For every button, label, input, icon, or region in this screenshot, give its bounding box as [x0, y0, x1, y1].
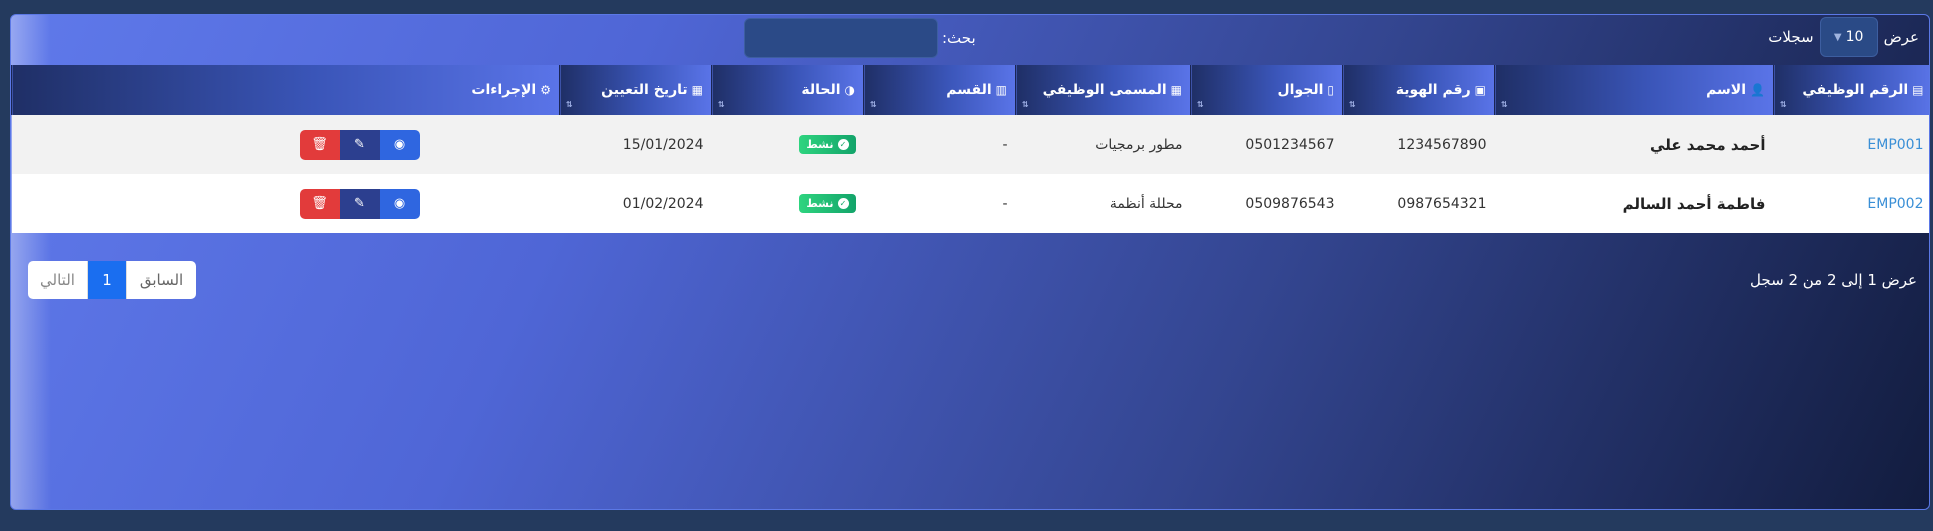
edit-button[interactable]: ✎ [339, 188, 380, 219]
row-actions: 🗑 ✎ ◉ [299, 129, 420, 160]
edit-icon: ✎ [354, 196, 365, 211]
previous-page-button[interactable]: السابق [126, 261, 196, 299]
page-1-button[interactable]: 1 [88, 261, 126, 299]
table-row: EMP001 أحمد محمد علي 1234567890 05012345… [11, 115, 1929, 174]
cell-national-id: 0987654321 [1342, 174, 1495, 233]
search-input[interactable] [744, 18, 938, 58]
cell-employee-id[interactable]: EMP001 [1773, 115, 1929, 174]
status-label: نشط [806, 197, 834, 210]
page-length-control: عرض 10 ▼ سجلات [1768, 15, 1919, 59]
search-control: بحث: [744, 15, 976, 61]
employees-table: ▤الرقم الوظيفي ⇅ 👤الاسم ⇅ ▣رقم الهوية ⇅ … [11, 65, 1929, 233]
trash-icon: 🗑 [311, 137, 328, 152]
column-header-label: الاسم [1706, 82, 1747, 98]
sort-icon: ⇅ [566, 100, 573, 109]
employees-table-panel: عرض 10 ▼ سجلات بحث: ▤الرقم الوظيفي ⇅ 👤ال… [10, 14, 1930, 510]
column-header-label: الحالة [801, 82, 841, 98]
employee-name: أحمد محمد علي [1650, 135, 1766, 154]
check-circle-icon: ✓ [837, 139, 849, 150]
id-card-icon: ▤ [1912, 83, 1924, 97]
cell-status: ✓ نشط [711, 115, 864, 174]
column-header-department[interactable]: ▥القسم ⇅ [863, 65, 1016, 115]
column-header-label: الإجراءات [471, 82, 537, 98]
status-label: نشط [806, 138, 834, 151]
column-header-label: القسم [946, 82, 992, 98]
length-suffix-label: سجلات [1768, 28, 1814, 46]
next-page-button[interactable]: التالي [28, 261, 88, 299]
eye-icon: ◉ [393, 196, 406, 211]
column-header-hire-date[interactable]: ▦تاريخ التعيين ⇅ [559, 65, 712, 115]
sort-icon: ⇅ [1780, 100, 1787, 109]
building-icon: ▥ [995, 83, 1007, 97]
trash-icon: 🗑 [311, 196, 328, 211]
user-icon: 👤 [1750, 83, 1765, 97]
row-actions: 🗑 ✎ ◉ [299, 188, 420, 219]
calendar-icon: ▦ [691, 83, 703, 97]
cell-name: فاطمة أحمد السالم [1494, 174, 1774, 233]
cell-mobile: 0509876543 [1190, 174, 1343, 233]
sort-icon: ⇅ [718, 100, 725, 109]
delete-button[interactable]: 🗑 [299, 188, 340, 219]
sort-icon: ⇅ [1349, 100, 1356, 109]
sort-icon: ⇅ [1501, 100, 1508, 109]
cell-job-title: محللة أنظمة [1015, 174, 1191, 233]
column-header-employee-id[interactable]: ▤الرقم الوظيفي ⇅ [1773, 65, 1929, 115]
table-header-row: ▤الرقم الوظيفي ⇅ 👤الاسم ⇅ ▣رقم الهوية ⇅ … [11, 65, 1929, 115]
status-badge: ✓ نشط [799, 194, 856, 213]
column-header-status[interactable]: ◑الحالة ⇅ [711, 65, 864, 115]
cell-department: - [863, 174, 1016, 233]
edit-icon: ✎ [354, 137, 365, 152]
cell-hire-date: 15/01/2024 [559, 115, 712, 174]
page-length-value: 10 [1845, 29, 1864, 45]
column-header-label: رقم الهوية [1395, 82, 1471, 98]
briefcase-icon: ▦ [1170, 83, 1182, 97]
sort-icon: ⇅ [1022, 100, 1029, 109]
view-button[interactable]: ◉ [379, 188, 420, 219]
column-header-label: الرقم الوظيفي [1802, 82, 1909, 98]
column-header-job-title[interactable]: ▦المسمى الوظيفي ⇅ [1015, 65, 1191, 115]
column-header-label: المسمى الوظيفي [1042, 82, 1167, 98]
cell-actions: 🗑 ✎ ◉ [11, 115, 560, 174]
cell-employee-id[interactable]: EMP002 [1773, 174, 1929, 233]
edit-button[interactable]: ✎ [339, 129, 380, 160]
toggle-icon: ◑ [844, 83, 855, 97]
chevron-down-icon: ▼ [1833, 31, 1842, 43]
table-info-text: عرض 1 إلى 2 من 2 سجل [1750, 271, 1917, 289]
eye-icon: ◉ [393, 137, 406, 152]
column-header-label: تاريخ التعيين [601, 82, 688, 98]
cell-actions: 🗑 ✎ ◉ [11, 174, 560, 233]
length-prefix-label: عرض [1883, 28, 1919, 46]
cell-name: أحمد محمد علي [1494, 115, 1774, 174]
column-header-mobile[interactable]: ▯الجوال ⇅ [1190, 65, 1343, 115]
column-header-label: الجوال [1277, 82, 1324, 98]
page-length-select[interactable]: 10 ▼ [1819, 17, 1878, 57]
status-badge: ✓ نشط [799, 135, 856, 154]
gears-icon: ⚙ [540, 83, 551, 97]
column-header-name[interactable]: 👤الاسم ⇅ [1494, 65, 1774, 115]
cell-job-title: مطور برمجيات [1015, 115, 1191, 174]
id-badge-icon: ▣ [1474, 83, 1486, 97]
check-circle-icon: ✓ [837, 198, 849, 209]
column-header-actions: ⚙الإجراءات [11, 65, 560, 115]
cell-hire-date: 01/02/2024 [559, 174, 712, 233]
employee-id-link[interactable]: EMP001 [1867, 137, 1923, 153]
table-controls: عرض 10 ▼ سجلات بحث: [11, 15, 1929, 65]
cell-status: ✓ نشط [711, 174, 864, 233]
table-row: EMP002 فاطمة أحمد السالم 0987654321 0509… [11, 174, 1929, 233]
employee-name: فاطمة أحمد السالم [1622, 194, 1766, 213]
cell-mobile: 0501234567 [1190, 115, 1343, 174]
view-button[interactable]: ◉ [379, 129, 420, 160]
sort-icon: ⇅ [1197, 100, 1204, 109]
employee-id-link[interactable]: EMP002 [1867, 196, 1923, 212]
sort-icon: ⇅ [870, 100, 877, 109]
pagination: التالي 1 السابق [28, 261, 196, 299]
delete-button[interactable]: 🗑 [299, 129, 340, 160]
cell-national-id: 1234567890 [1342, 115, 1495, 174]
mobile-icon: ▯ [1327, 83, 1334, 97]
cell-department: - [863, 115, 1016, 174]
column-header-national-id[interactable]: ▣رقم الهوية ⇅ [1342, 65, 1495, 115]
search-label: بحث: [942, 29, 976, 47]
